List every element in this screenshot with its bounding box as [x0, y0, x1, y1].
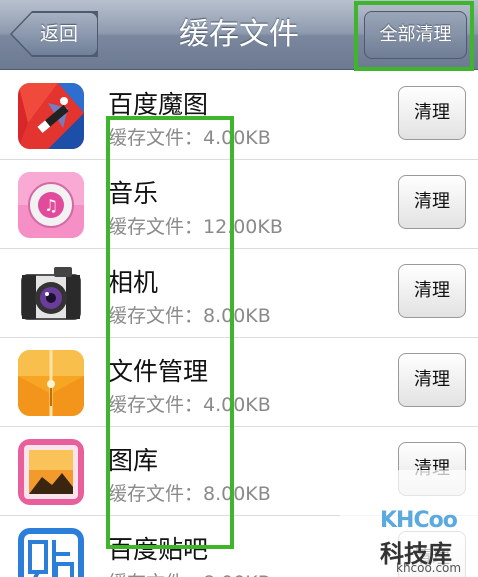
back-button-label[interactable]: 返回 [20, 11, 98, 57]
clear-all-highlight [354, 1, 474, 71]
tieba-icon [18, 528, 84, 577]
svg-text:♫: ♫ [44, 196, 58, 215]
app-name: 相机 [108, 268, 159, 297]
app-name: 音乐 [108, 179, 159, 208]
cache-size: 缓存文件：12.00KB [108, 216, 283, 238]
cache-size: 缓存文件：8.00KB [108, 483, 271, 505]
cache-size: 缓存文件：8.00KB [108, 305, 271, 327]
clean-button[interactable]: 清理 [398, 264, 466, 318]
app-name: 百度贴吧 [108, 535, 209, 564]
cache-size: 缓存文件：8.00KB [108, 568, 271, 577]
cache-size: 缓存文件：4.00KB [108, 127, 271, 149]
cache-size: 缓存文件：4.00KB [108, 394, 271, 416]
list-item: 文件管理 缓存文件：4.00KB 清理 [0, 338, 478, 427]
watermark-url: khcoo.com [396, 561, 462, 575]
clean-button[interactable]: 清理 [398, 353, 466, 407]
list-item: 百度魔图 缓存文件：4.00KB 清理 [0, 71, 478, 160]
clean-button[interactable]: 清理 [398, 86, 466, 140]
file-manager-icon [18, 350, 84, 416]
photo-editor-icon [18, 83, 84, 149]
list-item: 相机 缓存文件：8.00KB 清理 [0, 249, 478, 338]
music-icon: ♫ [18, 172, 84, 238]
app-name: 文件管理 [108, 357, 209, 386]
list-item: ♫ 音乐 缓存文件：12.00KB 清理 [0, 160, 478, 249]
gallery-icon [18, 439, 84, 505]
app-name: 百度魔图 [108, 90, 209, 119]
app-name: 图库 [108, 446, 159, 475]
camera-icon [18, 261, 84, 327]
clean-button[interactable]: 清理 [398, 175, 466, 229]
watermark-logo: KHCoo [380, 508, 458, 533]
